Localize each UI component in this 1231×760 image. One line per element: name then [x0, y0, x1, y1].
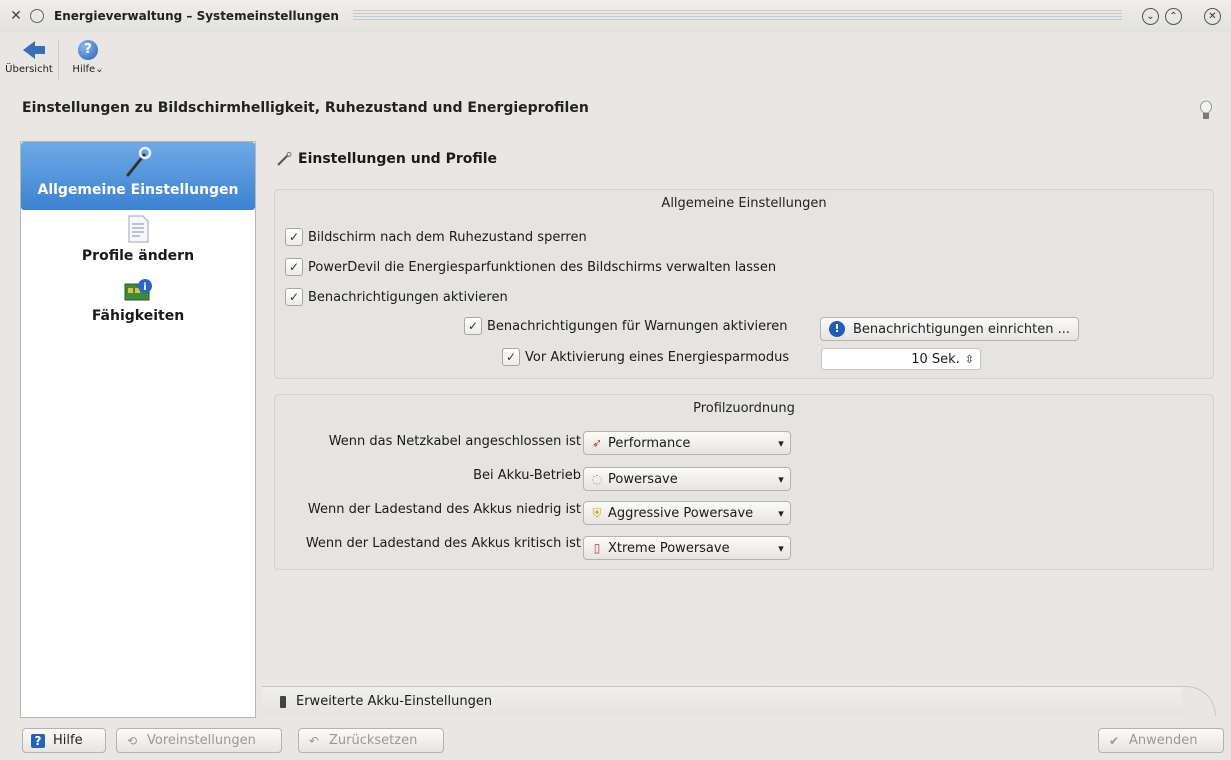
page-title: Einstellungen zu Bildschirmhelligkeit, R… — [22, 100, 589, 116]
shade-down-icon[interactable]: ⌄ — [1142, 7, 1159, 25]
sidebar-item-profiles[interactable]: Profile ändern — [21, 210, 255, 274]
critical-battery-profile-label: Wenn der Ladestand des Akkus kritisch is… — [305, 536, 581, 551]
profile-assignment-group: Profilzuordnung Wenn das Netzkabel anges… — [274, 394, 1214, 570]
wrench-icon — [126, 146, 152, 177]
group-title: Profilzuordnung — [693, 401, 795, 416]
svg-text:i: i — [143, 282, 146, 293]
window-title: Energieverwaltung – Systemeinstellungen — [54, 9, 339, 23]
setup-notifications-button[interactable]: ! Benachrichtigungen einrichten ... — [820, 317, 1079, 341]
section-title: Einstellungen und Profile — [276, 151, 497, 167]
toolbar: Übersicht ? Hilfe⌄ — [0, 36, 117, 86]
bulb-icon — [1200, 100, 1212, 119]
reset-icon: ↶ — [308, 733, 320, 748]
tab-edge — [1176, 686, 1216, 716]
minimize-circle-icon[interactable] — [30, 9, 44, 23]
checkmark-icon[interactable]: ✓ — [502, 348, 520, 366]
bulb-icon: ◌ — [591, 472, 603, 486]
chevron-down-icon: ▾ — [778, 506, 784, 520]
critical-battery-profile-select[interactable]: ▯ Xtreme Powersave ▾ — [583, 536, 791, 560]
battery-profile-select[interactable]: ◌ Powersave ▾ — [583, 467, 791, 491]
checkmark-icon: ✔ — [1108, 733, 1120, 748]
low-battery-profile-select[interactable]: ⛨ Aggressive Powersave ▾ — [583, 501, 791, 525]
info-icon: ! — [829, 321, 845, 337]
apply-button[interactable]: ✔ Anwenden — [1098, 728, 1224, 753]
shade-up-icon[interactable]: ⌃ — [1165, 7, 1182, 25]
overview-button[interactable]: Übersicht — [0, 36, 58, 86]
group-title: Allgemeine Einstellungen — [661, 196, 827, 211]
settings-icon[interactable]: ✕ — [8, 8, 24, 24]
chevron-down-icon: ▾ — [778, 541, 784, 555]
low-battery-profile-label: Wenn der Ladestand des Akkus niedrig ist — [307, 502, 581, 517]
sidebar: Allgemeine Einstellungen Profile ändern … — [20, 141, 256, 718]
checkmark-icon[interactable]: ✓ — [285, 258, 303, 276]
spin-arrows-icon[interactable]: ⇳ — [965, 353, 974, 366]
lock-screen-checkbox[interactable]: ✓ Bildschirm nach dem Ruhezustand sperre… — [285, 228, 587, 246]
delay-spinbox[interactable]: 10 Sek. ⇳ — [821, 348, 981, 370]
chevron-down-icon: ▾ — [778, 472, 784, 486]
overview-label: Übersicht — [5, 64, 53, 75]
notifications-checkbox[interactable]: ✓ Benachrichtigungen aktivieren — [285, 288, 508, 306]
hardware-info-icon: i — [124, 279, 152, 301]
help-icon: ? — [31, 733, 45, 748]
powerdevil-checkbox[interactable]: ✓ PowerDevil die Energiesparfunktionen d… — [285, 258, 776, 276]
sidebar-item-capabilities[interactable]: i Fähigkeiten — [21, 274, 255, 338]
reset-button[interactable]: ↶ Zurücksetzen — [298, 728, 444, 753]
help-menu-button[interactable]: ? Hilfe⌄ — [59, 36, 117, 86]
title-bar: ✕ Energieverwaltung – Systemeinstellunge… — [0, 0, 1231, 32]
sidebar-item-label: Fähigkeiten — [91, 308, 185, 324]
chevron-down-icon: ⌄ — [95, 64, 104, 75]
rocket-icon: ➶ — [591, 436, 603, 450]
close-icon[interactable]: ✕ — [1204, 7, 1221, 25]
checkmark-icon[interactable]: ✓ — [285, 288, 303, 306]
wrench-icon — [277, 152, 292, 166]
general-settings-group: Allgemeine Einstellungen ✓ Bildschirm na… — [274, 189, 1214, 379]
sidebar-item-label: Profile ändern — [81, 248, 195, 264]
ac-profile-select[interactable]: ➶ Performance ▾ — [583, 431, 791, 455]
warnings-checkbox[interactable]: ✓ Benachrichtigungen für Warnungen aktiv… — [464, 317, 787, 335]
battery-critical-icon: ▯ — [593, 541, 601, 555]
help-icon: ? — [78, 40, 98, 60]
advanced-battery-tab[interactable]: Erweiterte Akku-Einstellungen — [262, 686, 1182, 716]
defaults-icon: ⟲ — [126, 733, 138, 748]
title-decoration — [352, 10, 1122, 22]
battery-icon — [280, 695, 286, 708]
checkmark-icon[interactable]: ✓ — [285, 228, 303, 246]
checkmark-icon[interactable]: ✓ — [464, 317, 482, 335]
help-button[interactable]: ? Hilfe — [22, 728, 106, 753]
sidebar-item-label: Allgemeine Einstellungen — [37, 182, 239, 198]
battery-profile-label: Bei Akku-Betrieb — [473, 468, 581, 483]
sidebar-item-general[interactable]: Allgemeine Einstellungen — [21, 142, 255, 210]
shield-warning-icon: ⛨ — [592, 505, 602, 520]
chevron-down-icon: ▾ — [778, 436, 784, 450]
defaults-button[interactable]: ⟲ Voreinstellungen — [116, 728, 282, 753]
help-label: Hilfe⌄ — [72, 64, 104, 75]
back-arrow-icon — [23, 41, 45, 59]
before-activation-checkbox[interactable]: ✓ Vor Aktivierung eines Energiesparmodus — [502, 348, 789, 366]
ac-profile-label: Wenn das Netzkabel angeschlossen ist — [328, 434, 581, 449]
document-icon — [128, 215, 149, 243]
